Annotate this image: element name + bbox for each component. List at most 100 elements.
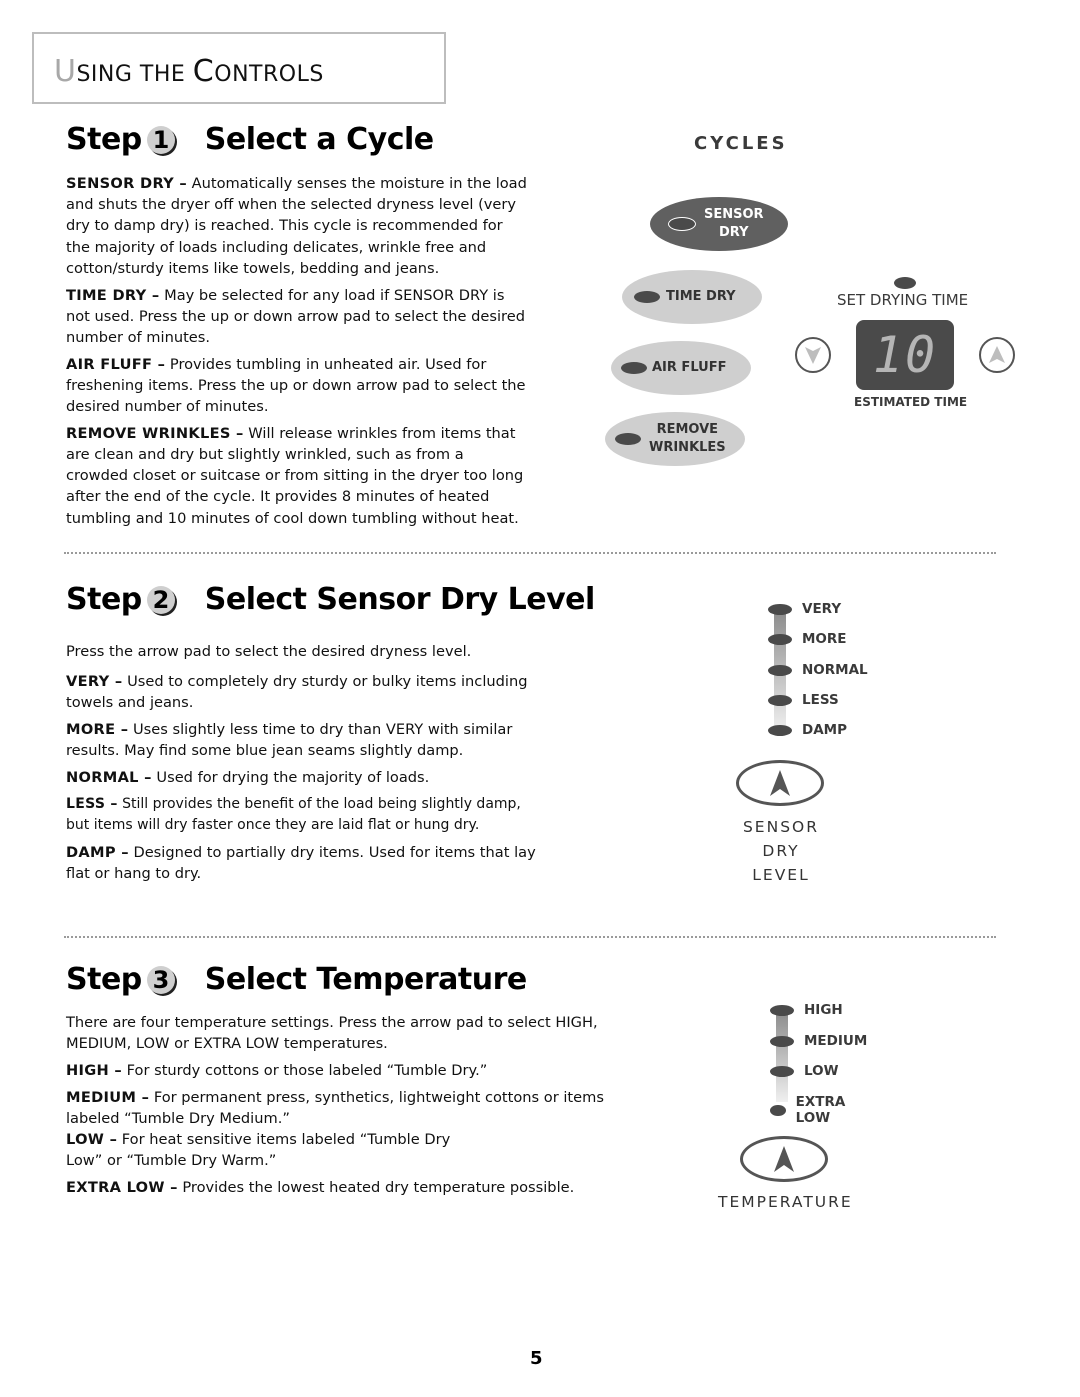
term: NORMAL – [66,769,152,787]
step-title: Select a Cycle [204,122,434,157]
level-indicator-less: LESS [768,692,839,708]
level-label: MORE [802,631,847,647]
level-description-less: LESS – Still provides the benefit of the… [66,794,536,836]
led-icon [768,664,792,676]
intro-text: There are four temperature settings. Pre… [66,1014,598,1053]
title-part-1: SING THE [76,62,193,87]
term: VERY – [66,673,123,691]
temperature-label: HIGH [804,1002,843,1018]
description: Uses slightly less time to dry than VERY… [66,721,513,760]
label-line-1: REMOVE [656,422,719,437]
indicator-led-icon [634,291,660,303]
term: SENSOR DRY – [66,175,188,192]
set-drying-time-led-icon [894,277,916,289]
button-label: SENSOR DRY [704,206,764,242]
term: MEDIUM – [66,1088,150,1106]
step-title: Select Sensor Dry Level [204,582,596,617]
sensor-dry-level-button[interactable] [736,760,824,806]
description: Used to completely dry sturdy or bulky i… [66,673,528,712]
term: EXTRA LOW – [66,1178,178,1196]
term: DAMP – [66,843,129,861]
display-value: 10 [872,326,938,384]
button-label: TIME DRY [666,289,736,304]
indicator-led-icon [615,433,641,445]
title-initial: U [54,54,77,89]
step-word: Step [66,582,142,617]
label-line-2: DRY [719,225,749,240]
level-description-damp: DAMP – Designed to partially dry items. … [66,842,536,884]
chevron-up-icon [989,346,1005,363]
estimated-time-display: 10 [856,320,954,390]
cycles-label: CYCLES [694,133,788,154]
button-label: AIR FLUFF [652,360,727,375]
level-label: LESS [802,692,839,708]
temperature-description-high: HIGH – For sturdy cottons or those label… [66,1060,611,1081]
estimated-time-label: ESTIMATED TIME [854,395,968,409]
level-indicator-very: VERY [768,601,841,617]
cycle-button-remove-wrinkles[interactable]: REMOVE WRINKLES [605,412,745,466]
temperature-indicator-medium: MEDIUM [770,1033,867,1049]
level-indicator-damp: DAMP [768,722,847,738]
cycle-button-time-dry[interactable]: TIME DRY [622,270,762,324]
temperature-description-extra-low: EXTRA LOW – Provides the lowest heated d… [66,1177,611,1198]
cycle-description-air-fluff: AIR FLUFF – Provides tumbling in unheate… [66,354,528,418]
step-1-description: SENSOR DRY – Automatically senses the mo… [66,173,528,534]
led-icon [768,633,792,645]
term: AIR FLUFF – [66,355,166,373]
time-down-button[interactable] [795,337,831,373]
term: HIGH – [66,1061,123,1079]
led-icon [770,1004,794,1016]
description: Used for drying the majority of loads. [151,769,430,787]
term: REMOVE WRINKLES – [66,424,244,442]
cycle-button-sensor-dry[interactable]: SENSOR DRY [650,197,788,251]
level-indicator-more: MORE [768,631,847,647]
temperature-label: MEDIUM [804,1033,868,1049]
temperature-indicator-low: LOW [770,1063,839,1079]
term: MORE – [66,721,129,739]
description: Still provides the benefit of the load b… [66,795,521,833]
chevron-down-icon [805,347,821,364]
section-divider [64,552,996,554]
temperature-button[interactable] [740,1136,828,1182]
led-icon [768,603,792,615]
led-icon [770,1104,786,1116]
arrow-up-icon [770,770,790,796]
button-label: REMOVE WRINKLES [649,421,726,457]
temperature-label: EXTRA LOW [795,1094,846,1126]
caption-line: SENSOR [742,818,820,836]
term: TIME DRY – [66,286,160,304]
title-part-2: ONTROLS [214,62,324,87]
time-up-button[interactable] [979,337,1015,373]
cycle-button-air-fluff[interactable]: AIR FLUFF [611,341,751,395]
step-number-badge: 3 [146,965,175,994]
set-drying-time-label: SET DRYING TIME [837,291,969,309]
cycle-description-remove-wrinkles: REMOVE WRINKLES – Will release wrinkles … [66,423,528,529]
title-capital-2: C [192,54,215,89]
description: Designed to partially dry items. Used fo… [66,843,536,882]
intro-text: Press the arrow pad to select the desire… [66,643,472,660]
section-divider [64,936,996,938]
level-description-normal: NORMAL – Used for drying the majority of… [66,767,536,788]
cycle-description-time-dry: TIME DRY – May be selected for any load … [66,285,528,349]
step-3-heading: Step 3 Select Temperature [66,962,527,997]
caption-line: LEVEL [752,866,810,884]
level-description-very: VERY – Used to completely dry sturdy or … [66,671,536,713]
temperature-indicator-high: HIGH [770,1002,843,1018]
temperature-caption: TEMPERATURE [718,1193,853,1211]
temperature-description-low: LOW – For heat sensitive items labeled “… [66,1129,466,1171]
level-description-more: MORE – Uses slightly less time to dry th… [66,719,536,761]
level-label: NORMAL [802,662,868,678]
description: Provides the lowest heated dry temperatu… [177,1178,575,1196]
sensor-dry-level-caption: SENSOR DRY LEVEL [735,815,827,887]
temperature-label: LOW [804,1063,839,1079]
term: LOW – [66,1131,118,1149]
step-3-description: There are four temperature settings. Pre… [66,1012,611,1204]
indicator-led-icon [668,217,696,231]
temperature-gradient-bar [776,1010,788,1102]
step-word: Step [66,122,142,157]
term: LESS – [66,795,118,812]
label-line-2: WRINKLES [649,440,726,455]
caption-line: DRY [762,842,800,860]
cycle-description-sensor-dry: SENSOR DRY – Automatically senses the mo… [66,173,528,279]
arrow-up-icon [774,1146,794,1172]
